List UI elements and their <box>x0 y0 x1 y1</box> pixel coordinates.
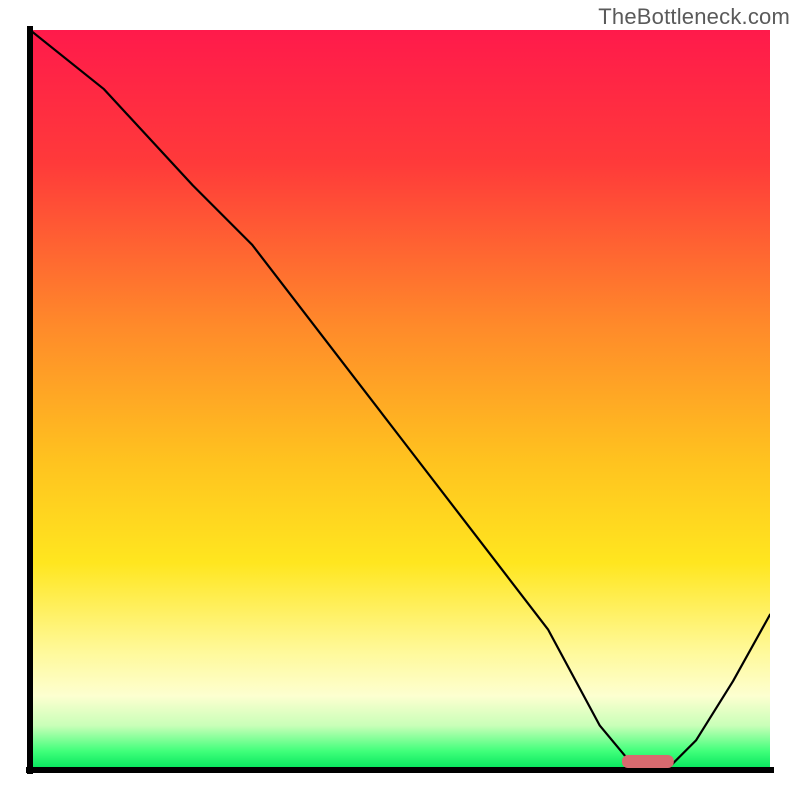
plot-svg <box>0 0 800 800</box>
watermark-text: TheBottleneck.com <box>598 4 790 30</box>
optimal-marker <box>622 755 674 768</box>
gradient-background <box>30 30 770 770</box>
bottleneck-chart: TheBottleneck.com <box>0 0 800 800</box>
